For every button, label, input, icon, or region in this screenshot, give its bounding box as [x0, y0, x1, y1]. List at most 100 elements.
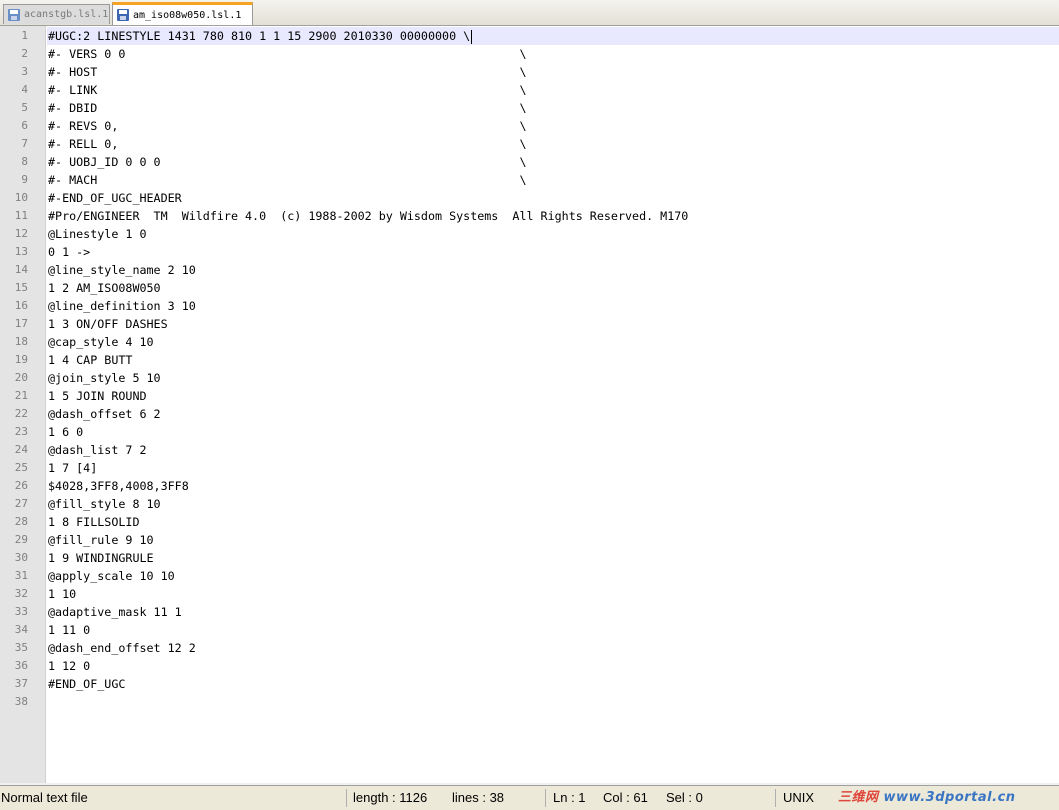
line-number: 28 [14, 515, 28, 528]
code-line[interactable]: 1 6 0 [47, 423, 1059, 441]
line-number: 19 [14, 353, 28, 366]
code-line[interactable]: 1 3 ON/OFF DASHES [47, 315, 1059, 333]
code-line[interactable]: #- UOBJ_ID 0 0 0 \ [47, 153, 1059, 171]
line-number: 21 [14, 389, 28, 402]
code-line-text: #- DBID \ [48, 101, 527, 115]
code-line[interactable]: #END_OF_UGC [47, 675, 1059, 693]
code-line-text: #-END_OF_UGC_HEADER [48, 191, 182, 205]
tab-acanstgb[interactable]: acanstgb.lsl.1 [3, 4, 110, 24]
tab-label: am_iso08w050.lsl.1 [133, 9, 242, 21]
line-number: 11 [14, 209, 28, 222]
code-line[interactable]: #- RELL 0, \ [47, 135, 1059, 153]
line-number: 22 [14, 407, 28, 420]
code-line-text: @cap_style 4 10 [48, 335, 154, 349]
line-number: 23 [14, 425, 28, 438]
line-number: 27 [14, 497, 28, 510]
line-number: 37 [14, 677, 28, 690]
code-line[interactable]: #- DBID \ [47, 99, 1059, 117]
code-line[interactable]: @fill_rule 9 10 [47, 531, 1059, 549]
code-line-text: #UGC:2 LINESTYLE 1431 780 810 1 1 15 290… [48, 29, 471, 43]
code-line[interactable]: #-END_OF_UGC_HEADER [47, 189, 1059, 207]
line-number: 3 [21, 65, 28, 78]
line-number: 18 [14, 335, 28, 348]
code-line[interactable]: 1 10 [47, 585, 1059, 603]
code-line[interactable]: #- VERS 0 0 \ [47, 45, 1059, 63]
line-number: 20 [14, 371, 28, 384]
line-number: 29 [14, 533, 28, 546]
line-number: 36 [14, 659, 28, 672]
code-line[interactable]: 1 8 FILLSOLID [47, 513, 1059, 531]
code-line-text: @fill_rule 9 10 [48, 533, 154, 547]
code-line[interactable]: 1 12 0 [47, 657, 1059, 675]
code-line[interactable]: @line_style_name 2 10 [47, 261, 1059, 279]
code-line[interactable]: #Pro/ENGINEER TM Wildfire 4.0 (c) 1988-2… [47, 207, 1059, 225]
status-divider [545, 789, 546, 807]
tab-label: acanstgb.lsl.1 [24, 9, 109, 20]
code-line[interactable]: @dash_end_offset 12 2 [47, 639, 1059, 657]
code-line[interactable]: #- LINK \ [47, 81, 1059, 99]
code-line[interactable]: 1 2 AM_ISO08W050 [47, 279, 1059, 297]
line-number: 10 [14, 191, 28, 204]
line-number: 15 [14, 281, 28, 294]
line-number: 34 [14, 623, 28, 636]
code-line-text: @apply_scale 10 10 [48, 569, 175, 583]
code-line-text: @line_definition 3 10 [48, 299, 196, 313]
eol-format-label[interactable]: UNIX [783, 786, 814, 810]
code-line-text: $4028,3FF8,4008,3FF8 [48, 479, 189, 493]
code-line-text: 1 10 [48, 587, 77, 601]
line-number: 8 [21, 155, 28, 168]
code-line-text: #END_OF_UGC [48, 677, 126, 691]
code-line-text: @dash_list 7 2 [48, 443, 147, 457]
code-line-text: @dash_end_offset 12 2 [48, 641, 196, 655]
code-line[interactable]: @apply_scale 10 10 [47, 567, 1059, 585]
code-line[interactable]: 1 4 CAP BUTT [47, 351, 1059, 369]
line-number: 17 [14, 317, 28, 330]
code-line[interactable]: @line_definition 3 10 [47, 297, 1059, 315]
code-line[interactable]: 1 9 WINDINGRULE [47, 549, 1059, 567]
code-line[interactable]: @dash_list 7 2 [47, 441, 1059, 459]
code-line[interactable]: 1 7 [4] [47, 459, 1059, 477]
line-number: 5 [21, 101, 28, 114]
code-line-text: @fill_style 8 10 [48, 497, 161, 511]
code-line[interactable]: @join_style 5 10 [47, 369, 1059, 387]
line-number: 24 [14, 443, 28, 456]
code-line[interactable]: #UGC:2 LINESTYLE 1431 780 810 1 1 15 290… [47, 27, 1059, 45]
code-line[interactable]: $4028,3FF8,4008,3FF8 [47, 477, 1059, 495]
cursor-column-label: Col : 61 [603, 790, 648, 805]
code-line[interactable]: #- MACH \ [47, 171, 1059, 189]
code-line[interactable]: 0 1 -> [47, 243, 1059, 261]
selection-label: Sel : 0 [666, 790, 703, 805]
code-line[interactable]: @fill_style 8 10 [47, 495, 1059, 513]
code-line-text: #- VERS 0 0 \ [48, 47, 527, 61]
code-line[interactable]: 1 5 JOIN ROUND [47, 387, 1059, 405]
line-number: 26 [14, 479, 28, 492]
code-line[interactable]: @Linestyle 1 0 [47, 225, 1059, 243]
line-number: 1 [21, 29, 28, 42]
code-line[interactable]: @cap_style 4 10 [47, 333, 1059, 351]
tab-bar: acanstgb.lsl.1 am_iso08w050.lsl.1 [0, 0, 1059, 26]
length-label: length : 1126 [353, 790, 428, 805]
code-line[interactable]: #- REVS 0, \ [47, 117, 1059, 135]
line-count-label: lines : 38 [452, 790, 505, 805]
code-line-text: #- HOST \ [48, 65, 527, 79]
code-line[interactable]: 1 11 0 [47, 621, 1059, 639]
code-line-text: @adaptive_mask 11 1 [48, 605, 182, 619]
code-line-text: #- UOBJ_ID 0 0 0 \ [48, 155, 527, 169]
text-cursor [471, 29, 473, 44]
code-line[interactable]: #- HOST \ [47, 63, 1059, 81]
code-line-text: #- LINK \ [48, 83, 527, 97]
code-line-text: 1 3 ON/OFF DASHES [48, 317, 168, 331]
line-number-gutter: 1 2 3 4 5 6 7 8 9 10 11 12 13 14 15 16 17 18 19 20 21 22 23 24 2… [0, 26, 46, 783]
code-line-text: 1 8 FILLSOLID [48, 515, 140, 529]
line-number: 32 [14, 587, 28, 600]
code-line[interactable]: @dash_offset 6 2 [47, 405, 1059, 423]
saved-file-icon [8, 8, 20, 21]
code-line-text: 0 1 -> [48, 245, 91, 259]
status-bar: Normal text file length : 1126 lines : 3… [0, 785, 1059, 810]
tab-am-iso08w050[interactable]: am_iso08w050.lsl.1 [112, 2, 253, 25]
text-editor[interactable]: 1 2 3 4 5 6 7 8 9 10 11 12 13 14 15 16 17 18 19 20 21 22 23 24 2… [0, 26, 1059, 783]
code-line[interactable]: @adaptive_mask 11 1 [47, 603, 1059, 621]
file-type-label: Normal text file [1, 790, 88, 805]
code-line-text: 1 7 [4] [48, 461, 98, 475]
code-line[interactable] [47, 693, 1059, 711]
